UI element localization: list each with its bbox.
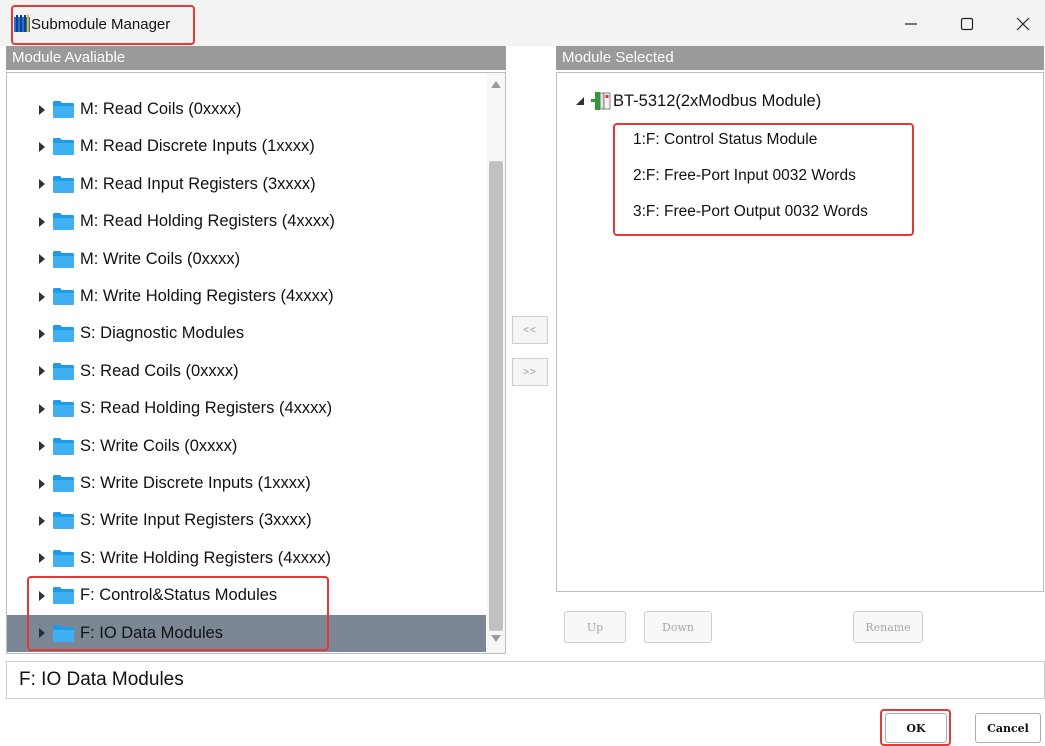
expand-arrow-icon[interactable] [39, 590, 45, 601]
expand-arrow-icon[interactable] [39, 141, 45, 152]
selected-panel-header: Module Selected [556, 46, 1044, 70]
selected-module-name-field[interactable]: F: IO Data Modules [6, 661, 1045, 699]
tree-item[interactable]: F: IO Data Modules [7, 614, 486, 652]
tree-item[interactable]: M: Read Holding Registers (4xxxx) [7, 203, 486, 240]
close-button[interactable] [1000, 8, 1045, 40]
remove-module-button[interactable]: << [512, 316, 548, 344]
tree-item-label: F: IO Data Modules [80, 623, 224, 642]
rename-button[interactable]: Rename [853, 611, 923, 643]
folder-icon [53, 175, 74, 193]
tree-item-label: S: Read Holding Registers (4xxxx) [80, 399, 333, 418]
tree-item[interactable]: M: Read Input Registers (3xxxx) [7, 166, 486, 203]
tree-item-label: M: Read Discrete Inputs (1xxxx) [80, 137, 315, 156]
collapse-triangle-icon[interactable] [575, 96, 585, 106]
folder-icon [53, 512, 74, 530]
tree-item[interactable]: S: Read Holding Registers (4xxxx) [7, 390, 486, 427]
expand-arrow-icon[interactable] [39, 441, 45, 452]
tree-item-label: S: Write Discrete Inputs (1xxxx) [80, 474, 311, 492]
expand-arrow-icon[interactable] [39, 328, 45, 339]
tree-item-label: S: Write Holding Registers (4xxxx) [80, 548, 331, 567]
expand-arrow-icon[interactable] [39, 179, 45, 190]
folder-icon [53, 325, 74, 343]
folder-icon [53, 475, 74, 492]
tree-item[interactable]: M: Read Discrete Inputs (1xxxx) [7, 128, 486, 165]
folder-icon [53, 138, 74, 156]
close-icon [1016, 17, 1030, 31]
maximize-icon [960, 17, 974, 31]
selected-modules-tree[interactable]: BT-5312(2xModbus Module) 1:F: Control St… [556, 72, 1044, 592]
expand-arrow-icon[interactable] [39, 515, 45, 526]
device-module-icon [591, 92, 611, 110]
selected-module-item[interactable]: 1:F: Control Status Module [633, 131, 817, 149]
add-module-button[interactable]: >> [512, 358, 548, 386]
tree-item[interactable]: S: Diagnostic Modules [7, 315, 486, 352]
move-up-button[interactable]: Up [564, 611, 626, 643]
expand-arrow-icon[interactable] [39, 366, 45, 377]
tree-item[interactable]: S: Write Input Registers (3xxxx) [7, 502, 486, 539]
maximize-button[interactable] [944, 8, 990, 40]
move-down-button[interactable]: Down [644, 611, 712, 643]
expand-arrow-icon[interactable] [39, 104, 45, 115]
tree-item-label: S: Diagnostic Modules [80, 324, 245, 343]
folder-icon [53, 437, 74, 455]
expand-arrow-icon[interactable] [39, 403, 45, 414]
minimize-icon [905, 23, 917, 25]
tree-item[interactable]: S: Write Coils (0xxxx) [7, 428, 486, 465]
folder-icon [53, 624, 74, 642]
expand-arrow-icon[interactable] [39, 216, 45, 227]
folder-icon [53, 250, 74, 268]
scroll-thumb[interactable] [489, 161, 503, 631]
tree-item-label: S: Write Input Registers (3xxxx) [80, 511, 312, 530]
tree-item-label: M: Write Coils (0xxxx) [80, 249, 241, 268]
cancel-button[interactable]: Cancel [975, 713, 1041, 743]
expand-arrow-icon[interactable] [39, 254, 45, 265]
expand-arrow-icon[interactable] [39, 478, 45, 489]
folder-icon [53, 288, 74, 305]
scrollbar[interactable] [487, 73, 505, 653]
selected-module-item[interactable]: 2:F: Free-Port Input 0032 Words [633, 167, 856, 185]
tree-item-label: M: Read Input Registers (3xxxx) [80, 174, 316, 193]
tree-item[interactable]: S: Write Discrete Inputs (1xxxx) [7, 465, 486, 502]
tree-item[interactable]: S: Write Holding Registers (4xxxx) [7, 540, 486, 577]
scroll-up-arrow[interactable] [491, 81, 501, 88]
available-modules-tree[interactable]: M: Read Coils (0xxxx) M: Read Discrete In… [6, 72, 506, 654]
tree-item-label: S: Read Coils (0xxxx) [80, 361, 239, 380]
expand-arrow-icon[interactable] [39, 291, 45, 302]
tree-item-label: M: Read Coils (0xxxx) [80, 100, 242, 118]
minimize-button[interactable] [888, 8, 934, 40]
tree-item[interactable]: M: Write Holding Registers (4xxxx) [7, 278, 486, 315]
tree-item[interactable]: S: Read Coils (0xxxx) [7, 353, 486, 390]
root-node-label: BT-5312(2xModbus Module) [613, 91, 822, 110]
folder-icon [53, 362, 74, 380]
tree-item-label: F: Control&Status Modules [80, 586, 278, 605]
folder-icon [53, 213, 74, 231]
tree-item[interactable]: M: Write Coils (0xxxx) [7, 241, 486, 278]
expand-arrow-icon[interactable] [39, 628, 45, 639]
folder-icon [53, 587, 74, 605]
ok-button[interactable]: OK [885, 713, 947, 743]
available-panel-header: Module Avaliable [6, 46, 506, 70]
title-bar: Submodule Manager [0, 0, 1045, 46]
tree-item-label: S: Write Coils (0xxxx) [80, 436, 238, 455]
tree-item[interactable]: F: Control&Status Modules [7, 577, 486, 614]
folder-icon [53, 549, 74, 567]
folder-icon [53, 400, 74, 418]
tree-item-label: M: Write Holding Registers (4xxxx) [80, 287, 334, 305]
app-icon [14, 15, 30, 32]
tree-root-node[interactable]: BT-5312(2xModbus Module) [575, 91, 821, 111]
tree-item-label: M: Read Holding Registers (4xxxx) [80, 212, 335, 231]
expand-arrow-icon[interactable] [39, 553, 45, 564]
tree-item[interactable]: M: Read Coils (0xxxx) [7, 91, 486, 128]
window-title: Submodule Manager [31, 16, 171, 33]
selected-module-item[interactable]: 3:F: Free-Port Output 0032 Words [633, 203, 868, 221]
folder-icon [53, 101, 74, 118]
scroll-down-arrow[interactable] [491, 635, 501, 642]
